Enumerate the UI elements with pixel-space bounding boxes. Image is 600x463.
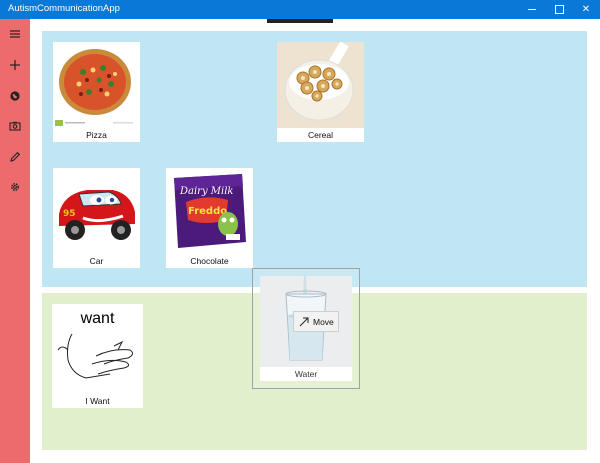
card-label: Cereal: [307, 130, 334, 140]
move-arrow-icon: [299, 317, 309, 326]
globe-icon: [10, 91, 20, 101]
card-car[interactable]: 95 Car: [53, 168, 140, 268]
card-label: Pizza: [86, 130, 107, 140]
pizza-image: [53, 42, 140, 128]
card-chocolate[interactable]: Dairy Milk Freddo Chocolate: [166, 168, 253, 268]
chocolate-bar-image: Dairy Milk Freddo: [166, 168, 253, 254]
move-tooltip-label: Move: [313, 316, 334, 327]
edit-button[interactable]: [0, 142, 30, 172]
settings-button[interactable]: [0, 172, 30, 202]
move-tooltip: Move: [293, 311, 339, 332]
camera-icon: [9, 121, 21, 131]
maximize-button[interactable]: [545, 0, 573, 19]
card-i-want[interactable]: want I Want: [52, 304, 143, 408]
pencil-icon: [10, 151, 21, 162]
card-label: Car: [89, 256, 104, 266]
add-button[interactable]: [0, 50, 30, 80]
cereal-bowl-image: [277, 42, 364, 128]
minimize-button[interactable]: [518, 0, 546, 19]
card-pizza[interactable]: Pizza: [53, 42, 140, 142]
svg-text:95: 95: [63, 209, 76, 219]
close-button[interactable]: ✕: [572, 0, 600, 19]
sign-want-image: want: [52, 304, 143, 394]
window-title: AutismCommunicationApp: [8, 3, 120, 14]
drag-handle[interactable]: [267, 19, 333, 23]
camera-button[interactable]: [0, 111, 30, 141]
web-button[interactable]: [0, 81, 30, 111]
menu-button[interactable]: [0, 19, 30, 49]
red-cartoon-car-image: 95: [53, 168, 140, 254]
hamburger-icon: [10, 30, 20, 38]
sidebar: [0, 19, 30, 463]
title-bar: AutismCommunicationApp ✕: [0, 0, 600, 19]
card-cereal[interactable]: Cereal: [277, 42, 364, 142]
card-label: Chocolate: [190, 256, 229, 266]
gear-icon: [11, 183, 19, 191]
card-label: I Want: [85, 396, 110, 406]
plus-icon: [10, 60, 20, 70]
svg-text:Dairy Milk: Dairy Milk: [179, 186, 233, 197]
